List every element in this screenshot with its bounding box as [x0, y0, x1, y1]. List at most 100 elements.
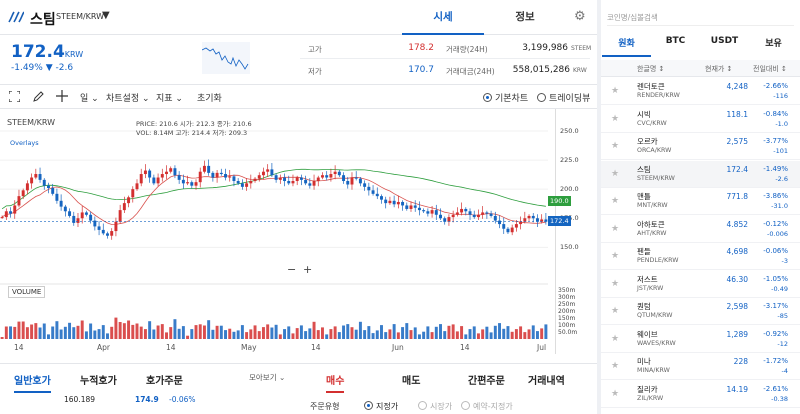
star-icon[interactable]: ★: [611, 86, 619, 96]
star-icon[interactable]: ★: [611, 196, 619, 206]
star-icon[interactable]: ★: [611, 361, 619, 371]
basic-chart-radio[interactable]: 기본차트: [483, 91, 528, 104]
candle: [266, 169, 270, 172]
star-icon[interactable]: ★: [611, 114, 619, 124]
list-item[interactable]: ★ 퀀텀 QTUM/KRW 2,598 -3.17% -85: [601, 298, 800, 325]
col-price[interactable]: 현재가 ↕: [705, 64, 732, 74]
tab-krw[interactable]: 원화: [602, 36, 651, 49]
volume-bar: [84, 331, 88, 339]
star-icon[interactable]: ★: [611, 169, 619, 179]
volume-bar: [131, 324, 135, 339]
volume-bar: [350, 327, 354, 339]
list-item[interactable]: ★ 스팀 STEEM/KRW 172.4 -1.49% -2.6: [601, 160, 800, 188]
tab-cumulative[interactable]: 누적호가: [80, 372, 117, 387]
volume-bar: [93, 330, 97, 339]
col-change[interactable]: 전일대비 ↕: [753, 64, 787, 74]
zoom-in-button[interactable]: +: [303, 263, 312, 276]
volume-bar: [76, 325, 80, 339]
candle: [439, 214, 442, 219]
view-select[interactable]: 모아보기 ⌄: [249, 372, 285, 383]
price-chart[interactable]: [0, 109, 560, 340]
list-item[interactable]: ★ 아하토큰 AHT/KRW 4.852 -0.12% -0.006: [601, 216, 800, 243]
candle: [89, 214, 93, 221]
indicators-select[interactable]: 지표 ⌄: [156, 91, 183, 104]
gear-icon[interactable]: ⚙: [574, 10, 588, 24]
coin-item-name: 웨이브: [637, 329, 658, 339]
chart-settings-select[interactable]: 차트설정 ⌄: [106, 91, 150, 104]
order-reserve-radio[interactable]: 예약-지정가: [461, 401, 513, 412]
star-icon[interactable]: ★: [611, 306, 619, 316]
candle: [506, 228, 510, 233]
tab-btc[interactable]: BTC: [651, 36, 700, 46]
candle: [283, 177, 287, 182]
volume-bar: [396, 332, 400, 339]
ask-price[interactable]: 174.9: [135, 395, 159, 404]
coin-search-input[interactable]: 코인명/심볼검색: [607, 8, 794, 26]
candle: [295, 177, 299, 182]
fullscreen-icon[interactable]: [9, 91, 20, 102]
coin-item-name: 오르카: [637, 137, 658, 146]
coin-item-diff: -4: [781, 367, 788, 375]
tab-buy[interactable]: 매수: [326, 372, 345, 393]
star-icon[interactable]: ★: [611, 251, 619, 261]
volume-bar: [266, 324, 270, 339]
candle: [417, 207, 421, 211]
candle: [371, 190, 375, 194]
tab-usdt[interactable]: USDT: [700, 36, 749, 46]
volume-bar: [240, 325, 244, 339]
candle: [127, 197, 131, 204]
order-limit-radio[interactable]: 지정가: [364, 401, 398, 412]
list-item[interactable]: ★ 미나 MINA/KRW 228 -1.72% -4: [601, 353, 800, 380]
coin-item-pair: PENDLE/KRW: [637, 257, 679, 264]
pencil-icon[interactable]: [33, 91, 44, 102]
order-market-radio[interactable]: 시장가: [418, 401, 452, 412]
candle: [194, 182, 198, 186]
tab-sell[interactable]: 매도: [402, 372, 420, 387]
reset-button[interactable]: 초기화: [197, 91, 222, 104]
star-icon[interactable]: ★: [611, 389, 619, 399]
list-item[interactable]: ★ 시빅 CVC/KRW 118.1 -0.84% -1.0: [601, 106, 800, 133]
list-item[interactable]: ★ 맨틀 MNT/KRW 771.8 -3.86% -31.0: [601, 188, 800, 215]
coin-select-chevron-icon[interactable]: ▼: [102, 10, 110, 21]
tab-orderbook[interactable]: 일반호가: [14, 372, 51, 393]
volume-bar: [333, 326, 337, 339]
price-sparkline: [202, 42, 250, 74]
interval-select[interactable]: 일 ⌄: [80, 91, 99, 104]
market-header: 스팀 STEEM/KRW ▼ 시세 정보 ⚙: [0, 0, 597, 35]
volume-bar: [506, 326, 510, 339]
candle: [55, 193, 59, 201]
crosshair-icon[interactable]: [56, 90, 68, 102]
overlays-toggle[interactable]: Overlays: [10, 139, 39, 147]
star-icon[interactable]: ★: [611, 279, 619, 289]
volume-bar: [422, 331, 426, 339]
list-item[interactable]: ★ 웨이브 WAVES/KRW 1,289 -0.92% -12: [601, 326, 800, 353]
list-item[interactable]: ★ 렌더토큰 RENDER/KRW 4,248 -2.66% -116: [601, 78, 800, 105]
candle: [342, 175, 346, 182]
volume-bar: [110, 326, 114, 339]
volume-bar: [434, 326, 438, 339]
tab-simple-order[interactable]: 간편주문: [468, 372, 505, 387]
star-icon[interactable]: ★: [611, 141, 619, 151]
list-item[interactable]: ★ 펜들 PENDLE/KRW 4,698 -0.06% -3: [601, 243, 800, 270]
list-item[interactable]: ★ 질리카 ZIL/KRW 14.19 -2.61% -0.38: [601, 381, 800, 408]
active-tab-indicator: [602, 55, 651, 57]
col-name[interactable]: 한글명 ↕: [637, 64, 664, 74]
coin-item-pair: ORCA/KRW: [637, 147, 672, 154]
volume-bar: [68, 322, 72, 339]
zoom-out-button[interactable]: −: [287, 263, 296, 276]
price-axis: 250.0225.0200.0175.0150.0350m300m250m200…: [548, 109, 597, 354]
x-tick-label: 14: [311, 343, 321, 352]
volume-bar: [316, 330, 320, 339]
volume-bar: [485, 326, 489, 339]
star-icon[interactable]: ★: [611, 224, 619, 234]
tab-history[interactable]: 거래내역: [528, 372, 565, 387]
tradingview-radio[interactable]: 트레이딩뷰: [537, 91, 590, 104]
tab-holdings[interactable]: 보유: [749, 36, 798, 49]
star-icon[interactable]: ★: [611, 334, 619, 344]
list-item[interactable]: ★ 오르카 ORCA/KRW 2,575 -3.77% -101: [601, 133, 800, 160]
tab-quote[interactable]: 시세: [402, 0, 484, 35]
coin-item-name: 렌더토큰: [637, 82, 665, 91]
list-item[interactable]: ★ 저스트 JST/KRW 46.30 -1.05% -0.49: [601, 271, 800, 298]
tab-info[interactable]: 정보: [484, 0, 566, 35]
tab-order-by-book[interactable]: 호가주문: [146, 372, 183, 387]
